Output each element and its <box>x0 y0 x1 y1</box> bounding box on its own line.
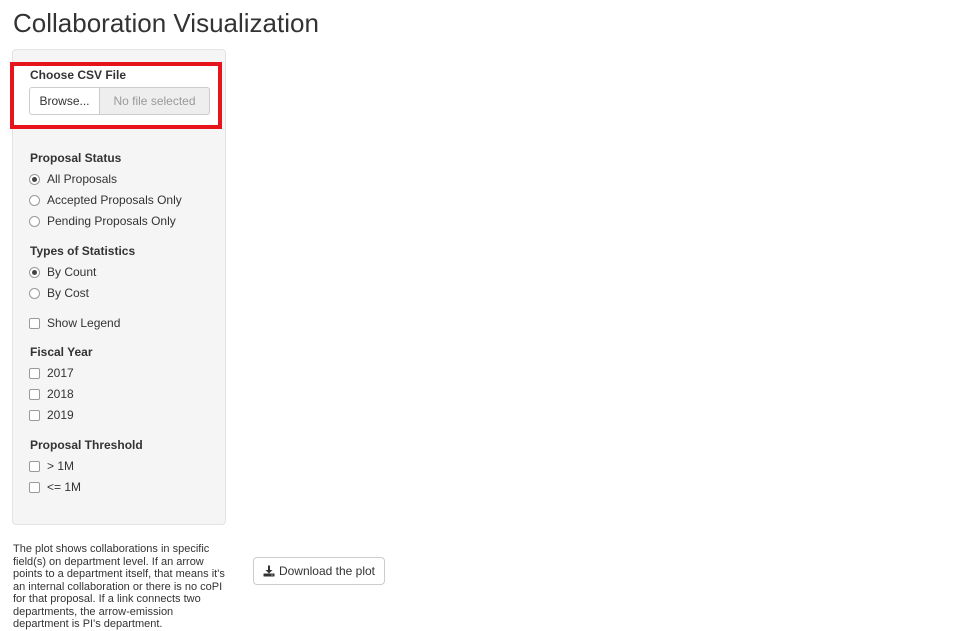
checkbox-under-1m[interactable]: <= 1M <box>29 479 81 495</box>
radio-by-count[interactable]: By Count <box>29 264 96 280</box>
checkbox-icon[interactable] <box>29 460 40 472</box>
radio-label: By Cost <box>47 286 90 300</box>
radio-by-cost[interactable]: By Cost <box>29 285 89 301</box>
checkbox-icon[interactable] <box>29 409 40 421</box>
checkbox-icon[interactable] <box>29 481 40 493</box>
statistics-label: Types of Statistics <box>30 244 136 258</box>
file-name-field[interactable]: No file selected <box>100 87 210 115</box>
show-legend-checkbox[interactable]: Show Legend <box>29 315 120 331</box>
threshold-label: Proposal Threshold <box>30 438 143 452</box>
radio-icon[interactable] <box>29 215 40 227</box>
checkbox-label: Show Legend <box>47 316 121 330</box>
radio-all-proposals[interactable]: All Proposals <box>29 171 117 187</box>
checkbox-label: 2017 <box>47 366 74 380</box>
plot-description: The plot shows collaborations in specifi… <box>13 543 225 630</box>
browse-button[interactable]: Browse... <box>29 87 100 115</box>
proposal-status-label: Proposal Status <box>30 151 122 165</box>
radio-icon[interactable] <box>29 287 40 299</box>
checkbox-label: <= 1M <box>47 480 82 494</box>
radio-icon[interactable] <box>29 194 40 206</box>
checkbox-2018[interactable]: 2018 <box>29 386 74 402</box>
radio-label: All Proposals <box>47 172 118 186</box>
file-input-label: Choose CSV File <box>30 68 127 82</box>
checkbox-over-1m[interactable]: > 1M <box>29 458 74 474</box>
download-plot-button[interactable]: Download the plot <box>253 557 385 585</box>
file-input-group[interactable]: Browse... No file selected <box>29 87 210 115</box>
radio-label: Pending Proposals Only <box>47 214 176 228</box>
checkbox-label: > 1M <box>47 459 75 473</box>
download-icon <box>263 565 275 577</box>
checkbox-icon[interactable] <box>29 367 40 379</box>
radio-selected-icon[interactable] <box>29 266 40 278</box>
radio-selected-icon[interactable] <box>29 173 40 185</box>
checkbox-icon[interactable] <box>29 317 40 329</box>
checkbox-2017[interactable]: 2017 <box>29 365 74 381</box>
page-title: Collaboration Visualization <box>13 8 319 38</box>
radio-label: Accepted Proposals Only <box>47 193 182 207</box>
download-label: Download the plot <box>278 564 376 578</box>
radio-accepted-proposals[interactable]: Accepted Proposals Only <box>29 192 182 208</box>
radio-pending-proposals[interactable]: Pending Proposals Only <box>29 213 176 229</box>
checkbox-icon[interactable] <box>29 388 40 400</box>
fiscal-year-label: Fiscal Year <box>30 345 93 359</box>
checkbox-2019[interactable]: 2019 <box>29 407 74 423</box>
radio-label: By Count <box>47 265 97 279</box>
checkbox-label: 2018 <box>47 387 74 401</box>
checkbox-label: 2019 <box>47 408 74 422</box>
